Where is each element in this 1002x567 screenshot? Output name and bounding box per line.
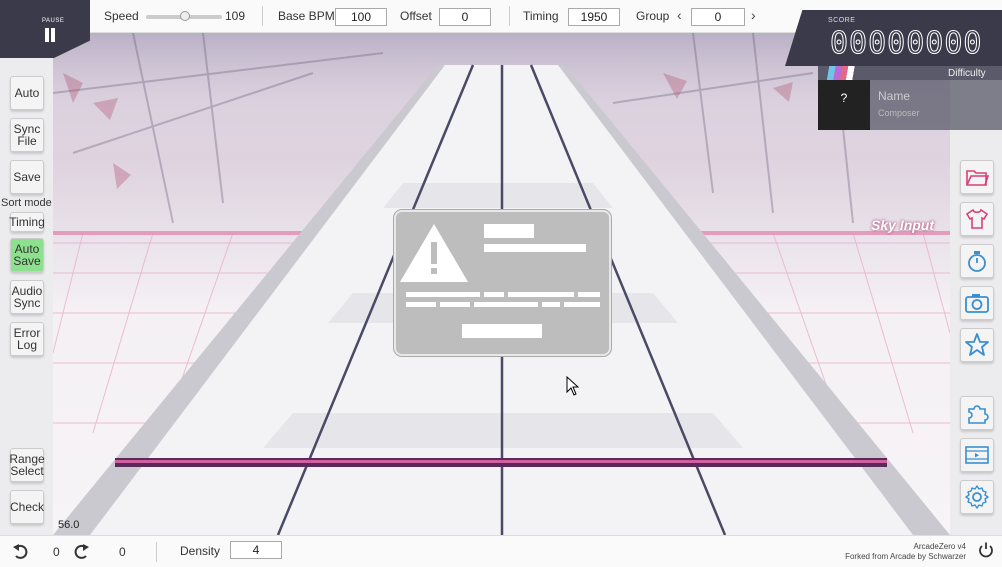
judgement-line-glow <box>115 460 887 463</box>
credit-label: Forked from Arcade by Schwarzer <box>845 552 966 561</box>
dialog-body-placeholder <box>406 292 600 307</box>
speed-slider-thumb[interactable] <box>180 11 190 21</box>
shirt-icon <box>965 208 989 229</box>
check-button[interactable]: Check <box>10 490 44 524</box>
auto-save-toggle[interactable]: Auto Save <box>10 238 44 272</box>
redo-count: 0 <box>119 545 126 559</box>
divider <box>156 542 157 562</box>
undo-count: 0 <box>53 545 60 559</box>
save-button[interactable]: Save <box>10 160 44 194</box>
settings-button[interactable] <box>960 480 994 514</box>
cover-placeholder: ? <box>840 91 848 105</box>
mouse-cursor-icon <box>566 376 580 396</box>
redo-icon[interactable] <box>72 543 90 561</box>
dialog-title-placeholder <box>484 224 534 238</box>
stopwatch-icon <box>968 251 986 272</box>
base-bpm-field[interactable]: 100 <box>335 8 387 26</box>
bottom-toolbar: 0 0 Density 4 ArcadeZero v4 Forked from … <box>0 535 1002 567</box>
group-next-button[interactable]: › <box>751 7 756 23</box>
song-name: Name <box>878 89 911 103</box>
open-folder-button[interactable] <box>960 160 994 194</box>
offset-label: Offset <box>400 9 432 23</box>
puzzle-icon <box>968 405 989 424</box>
error-log-button[interactable]: Error Log <box>10 322 44 356</box>
group-label: Group <box>636 9 670 23</box>
audio-sync-button[interactable]: Audio Sync <box>10 280 44 314</box>
dialog-button-placeholder[interactable] <box>462 324 542 338</box>
density-label: Density <box>180 544 221 558</box>
divider <box>262 6 263 26</box>
density-field[interactable]: 4 <box>230 541 282 559</box>
offset-field[interactable]: 0 <box>439 8 491 26</box>
sort-mode-timing-button[interactable]: Timing <box>9 212 45 232</box>
sort-mode-label: Sort mode <box>1 197 52 209</box>
skin-button[interactable] <box>960 202 994 236</box>
group-prev-button[interactable]: ‹ <box>677 7 682 23</box>
pause-icon[interactable] <box>44 28 56 42</box>
speed-value: 109 <box>225 9 246 23</box>
base-bpm-label: Base BPM <box>278 9 335 23</box>
undo-icon[interactable] <box>12 543 30 561</box>
folder-icon <box>966 170 989 186</box>
dialog-subtitle-placeholder <box>484 244 586 252</box>
difficulty-label: Difficulty <box>948 68 986 79</box>
plugins-button[interactable] <box>960 396 994 430</box>
warning-dialog[interactable] <box>394 210 611 356</box>
timing-label: Timing <box>523 9 559 23</box>
warning-dialog-content <box>400 224 600 338</box>
film-icon <box>965 446 989 464</box>
speed-label: Speed <box>104 9 139 23</box>
auto-button[interactable]: Auto <box>10 76 44 110</box>
group-field[interactable]: 0 <box>691 8 745 26</box>
pause-label: PAUSE <box>42 18 65 24</box>
power-icon[interactable] <box>977 541 995 559</box>
song-cover: ? <box>818 80 870 130</box>
song-composer: Composer <box>878 108 920 118</box>
favorite-button[interactable] <box>960 328 994 362</box>
divider <box>509 6 510 26</box>
timing-tool-button[interactable] <box>960 244 994 278</box>
gear-icon <box>965 485 989 509</box>
difficulty-color-stripes <box>825 66 865 80</box>
fps-counter: 56.0 <box>58 519 80 531</box>
timing-field[interactable]: 1950 <box>568 8 620 26</box>
range-select-button[interactable]: Range Select <box>9 448 45 482</box>
sync-file-button[interactable]: Sync File <box>10 118 44 152</box>
sky-input-label: Sky Input <box>871 217 935 233</box>
camera-icon <box>965 294 989 313</box>
version-label: ArcadeZero v4 <box>913 542 966 551</box>
screenshot-button[interactable] <box>960 286 994 320</box>
score-label: SCORE <box>828 17 856 24</box>
video-button[interactable] <box>960 438 994 472</box>
star-icon <box>965 333 989 356</box>
score-value: 00000000 <box>830 26 983 62</box>
